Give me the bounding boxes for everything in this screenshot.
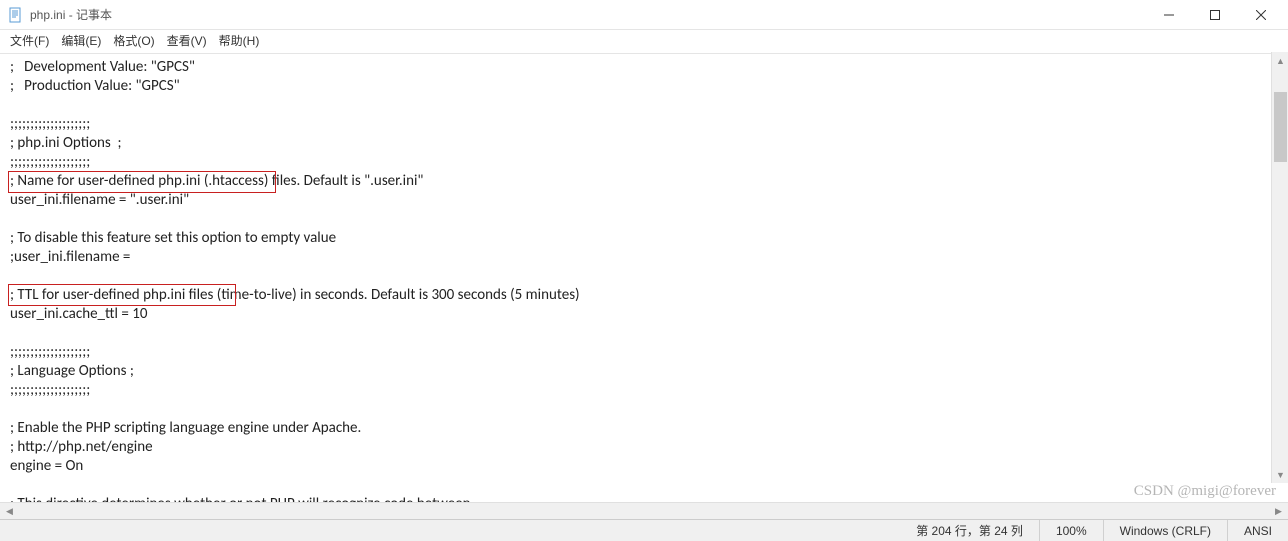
status-position: 第 204 行，第 24 列	[900, 520, 1039, 541]
text-line[interactable]: ; To disable this feature set this optio…	[10, 229, 1278, 248]
text-line[interactable]	[10, 476, 1278, 495]
text-line[interactable]: user_ini.filename = ".user.ini"	[10, 191, 1278, 210]
text-line[interactable]	[10, 210, 1278, 229]
menu-file[interactable]: 文件(F)	[10, 32, 49, 49]
window-title: php.ini - 记事本	[30, 6, 112, 23]
scroll-left-arrow-icon[interactable]: ◀	[2, 504, 17, 519]
scrollbar-thumb[interactable]	[1274, 92, 1287, 162]
text-line[interactable]: ; TTL for user-defined php.ini files (ti…	[10, 286, 1278, 305]
text-line[interactable]	[10, 96, 1278, 115]
menu-view[interactable]: 查看(V)	[167, 32, 207, 49]
scroll-down-arrow-icon[interactable]: ▼	[1272, 466, 1288, 483]
text-content[interactable]: ; Development Value: "GPCS"; Production …	[0, 54, 1288, 502]
maximize-button[interactable]	[1192, 0, 1238, 30]
text-line[interactable]: ;;;;;;;;;;;;;;;;;;;;	[10, 381, 1278, 400]
text-line[interactable]	[10, 400, 1278, 419]
text-line[interactable]: ;;;;;;;;;;;;;;;;;;;;	[10, 115, 1278, 134]
text-line[interactable]: ; Enable the PHP scripting language engi…	[10, 419, 1278, 438]
menubar: 文件(F) 编辑(E) 格式(O) 查看(V) 帮助(H)	[0, 30, 1288, 54]
text-line[interactable]: user_ini.cache_ttl = 10	[10, 305, 1278, 324]
text-line[interactable]: ; Language Options ;	[10, 362, 1278, 381]
status-encoding: ANSI	[1227, 520, 1288, 541]
text-line[interactable]: ; This directive determines whether or n…	[10, 495, 1278, 502]
window-controls	[1146, 0, 1284, 30]
notepad-icon	[8, 7, 24, 23]
text-line[interactable]: ;;;;;;;;;;;;;;;;;;;;	[10, 153, 1278, 172]
text-line[interactable]: ;user_ini.filename =	[10, 248, 1278, 267]
minimize-button[interactable]	[1146, 0, 1192, 30]
scroll-right-arrow-icon[interactable]: ▶	[1271, 504, 1286, 519]
text-line[interactable]: ; http://php.net/engine	[10, 438, 1278, 457]
status-eol: Windows (CRLF)	[1103, 520, 1227, 541]
text-line[interactable]: ; Name for user-defined php.ini (.htacce…	[10, 172, 1278, 191]
editor-area[interactable]: ; Development Value: "GPCS"; Production …	[0, 54, 1288, 502]
menu-help[interactable]: 帮助(H)	[219, 32, 260, 49]
menu-format[interactable]: 格式(O)	[113, 32, 154, 49]
menu-edit[interactable]: 编辑(E)	[61, 32, 101, 49]
text-line[interactable]: ; Development Value: "GPCS"	[10, 58, 1278, 77]
scroll-up-arrow-icon[interactable]: ▲	[1272, 52, 1288, 69]
status-zoom: 100%	[1039, 520, 1103, 541]
text-line[interactable]: engine = On	[10, 457, 1278, 476]
text-line[interactable]	[10, 324, 1278, 343]
text-line[interactable]: ; Production Value: "GPCS"	[10, 77, 1278, 96]
text-line[interactable]: ;;;;;;;;;;;;;;;;;;;;	[10, 343, 1278, 362]
text-line[interactable]	[10, 267, 1278, 286]
vertical-scrollbar[interactable]: ▲ ▼	[1271, 52, 1288, 483]
close-button[interactable]	[1238, 0, 1284, 30]
statusbar: 第 204 行，第 24 列 100% Windows (CRLF) ANSI	[0, 519, 1288, 541]
text-line[interactable]: ; php.ini Options ;	[10, 134, 1278, 153]
horizontal-scrollbar[interactable]: ◀ ▶	[0, 502, 1288, 519]
titlebar: php.ini - 记事本	[0, 0, 1288, 30]
